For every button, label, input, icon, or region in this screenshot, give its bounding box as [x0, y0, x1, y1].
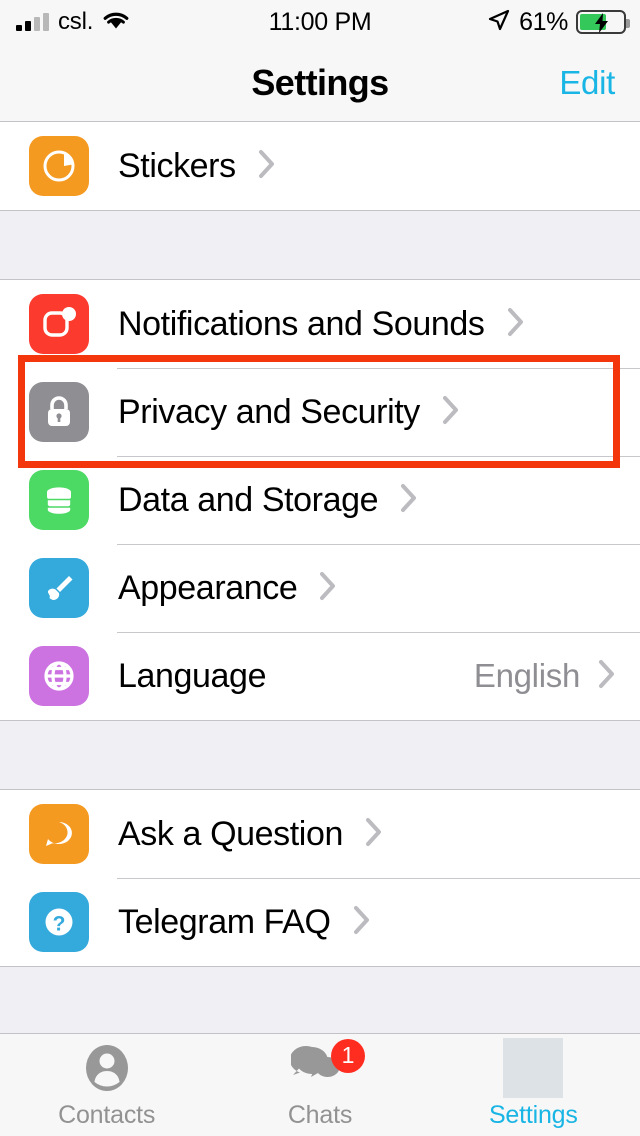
nav-bar: Settings Edit — [0, 44, 640, 122]
settings-row-label: Telegram FAQ — [118, 902, 331, 941]
page-title: Settings — [251, 61, 389, 103]
battery-percent-label: 61% — [519, 7, 568, 36]
charging-bolt-icon — [595, 13, 608, 38]
battery-icon — [576, 10, 630, 34]
chevron-right-icon — [400, 483, 418, 518]
settings-row-privacy-and-security[interactable]: Privacy and Security — [0, 368, 640, 456]
edit-button[interactable]: Edit — [559, 64, 615, 102]
settings-group-3: Ask a Question ? Telegram FAQ — [0, 790, 640, 966]
status-bar-right: 61% — [487, 7, 630, 37]
chevron-right-icon — [353, 905, 371, 940]
settings-row-notifications[interactable]: Notifications and Sounds — [0, 280, 640, 368]
settings-row-telegram-faq[interactable]: ? Telegram FAQ — [0, 878, 640, 966]
chevron-right-icon — [319, 571, 337, 606]
svg-text:?: ? — [53, 913, 66, 936]
tab-label: Settings — [488, 1100, 578, 1129]
tab-contacts[interactable]: Contacts — [0, 1034, 213, 1136]
stickers-icon — [29, 136, 89, 196]
question-mark-icon: ? — [29, 892, 89, 952]
phone-screen: csl. 11:00 PM 61% Settings Edit Stickers… — [0, 0, 640, 1136]
chats-icon: 1 — [290, 1038, 365, 1095]
notifications-icon — [29, 294, 89, 354]
chevron-right-icon — [442, 395, 460, 430]
settings-group-2: Notifications and Sounds Privacy and Sec… — [0, 280, 640, 720]
settings-row-stickers[interactable]: Stickers — [0, 122, 640, 210]
settings-group-1: Stickers — [0, 122, 640, 210]
section-gap-2 — [0, 720, 640, 790]
settings-row-label: Notifications and Sounds — [118, 304, 485, 343]
chevron-right-icon — [598, 659, 616, 694]
settings-row-label: Language — [118, 656, 267, 695]
tab-label: Chats — [287, 1100, 353, 1129]
chat-bubble-dots-icon — [29, 804, 89, 864]
chats-badge: 1 — [330, 1038, 365, 1073]
settings-row-label: Data and Storage — [118, 480, 379, 519]
chevron-right-icon — [258, 149, 276, 184]
chevron-right-icon — [365, 817, 383, 852]
settings-row-appearance[interactable]: Appearance — [0, 544, 640, 632]
settings-row-ask-a-question[interactable]: Ask a Question — [0, 790, 640, 878]
paintbrush-icon — [29, 558, 89, 618]
tab-label: Contacts — [58, 1100, 156, 1129]
settings-placeholder-icon — [503, 1037, 564, 1098]
settings-row-data-and-storage[interactable]: Data and Storage — [0, 456, 640, 544]
tab-settings[interactable]: Settings — [427, 1034, 640, 1136]
settings-row-value: English — [473, 657, 580, 694]
settings-row-label: Stickers — [118, 146, 236, 185]
lock-icon — [29, 382, 89, 442]
settings-row-language[interactable]: Language English — [0, 632, 640, 720]
settings-row-label: Privacy and Security — [118, 392, 420, 431]
settings-row-label: Appearance — [118, 568, 298, 607]
status-bar: csl. 11:00 PM 61% — [0, 0, 640, 44]
location-arrow-icon — [487, 8, 511, 37]
globe-icon — [29, 646, 89, 706]
section-gap-1 — [0, 210, 640, 280]
tab-bar[interactable]: Contacts 1 Chats Settings — [0, 1033, 640, 1136]
person-icon — [80, 1041, 134, 1095]
settings-list[interactable]: Stickers Notifications and Sounds Privac… — [0, 122, 640, 1033]
chevron-right-icon — [507, 307, 525, 342]
tab-chats[interactable]: 1 Chats — [213, 1034, 426, 1136]
settings-row-label: Ask a Question — [118, 814, 343, 853]
section-gap-3 — [0, 966, 640, 1033]
database-icon — [29, 470, 89, 530]
